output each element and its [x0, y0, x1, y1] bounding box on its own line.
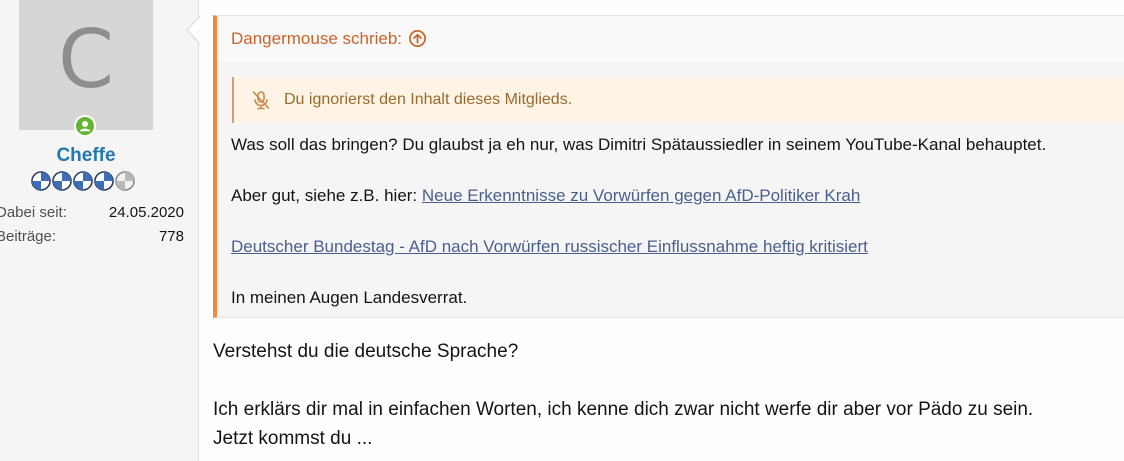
rank-ball-icon — [31, 171, 51, 191]
rank-ball-empty-icon — [115, 171, 135, 191]
muted-microphone-icon — [252, 91, 270, 110]
article-link-krah[interactable]: Neue Erkenntnisse zu Vorwürfen gegen AfD… — [422, 186, 860, 205]
stat-value: 24.05.2020 — [108, 204, 184, 221]
quote-author-link[interactable]: Dangermouse schrieb: — [231, 29, 402, 49]
message-paragraph: Verstehst du die deutsche Sprache? — [213, 341, 519, 362]
quote-header: Dangermouse schrieb: — [217, 16, 1124, 61]
stat-label: Dabei seit: — [0, 204, 67, 221]
quote-paragraph: Aber gut, siehe z.B. hier: Neue Erkenntn… — [231, 186, 860, 206]
bb-quote: Dangermouse schrieb: Du ignorierst den I… — [213, 15, 1124, 318]
ignored-content-notice: Du ignorierst den Inhalt dieses Mitglied… — [232, 77, 1124, 123]
quote-paragraph: Was soll das bringen? Du glaubst ja eh n… — [231, 135, 1047, 154]
ignored-notice-text: Du ignorierst den Inhalt dieses Mitglied… — [284, 91, 573, 108]
message-user-panel: C Cheffe Dabei seit: 24.05.2020 Beiträge… — [0, 0, 199, 461]
stat-label: Beiträge: — [0, 228, 57, 245]
username-link[interactable]: Cheffe — [0, 145, 172, 167]
avatar-letter: C — [58, 13, 114, 106]
message-paragraph: Jetzt kommst du ... — [213, 428, 373, 449]
online-status-icon — [74, 115, 96, 137]
stat-joined: Dabei seit: 24.05.2020 — [0, 204, 184, 221]
stat-posts: Beiträge: 778 — [0, 228, 184, 245]
avatar[interactable]: C — [19, 0, 153, 130]
arrow-up-circle-icon[interactable] — [408, 29, 427, 48]
quote-text: Aber gut, siehe z.B. hier: — [231, 186, 422, 205]
rank-ball-icon — [52, 171, 72, 191]
article-link-bundestag[interactable]: Deutscher Bundestag - AfD nach Vorwürfen… — [231, 237, 868, 256]
rank-ball-icon — [73, 171, 93, 191]
message-paragraph: Ich erklärs dir mal in einfachen Worten,… — [213, 399, 1034, 420]
stat-value[interactable]: 778 — [159, 228, 184, 245]
rank-stars — [31, 171, 135, 191]
rank-ball-icon — [94, 171, 114, 191]
quote-paragraph: In meinen Augen Landesverrat. — [231, 288, 468, 307]
user-arrow-inner — [188, 16, 201, 44]
quote-paragraph: Deutscher Bundestag - AfD nach Vorwürfen… — [231, 237, 868, 257]
